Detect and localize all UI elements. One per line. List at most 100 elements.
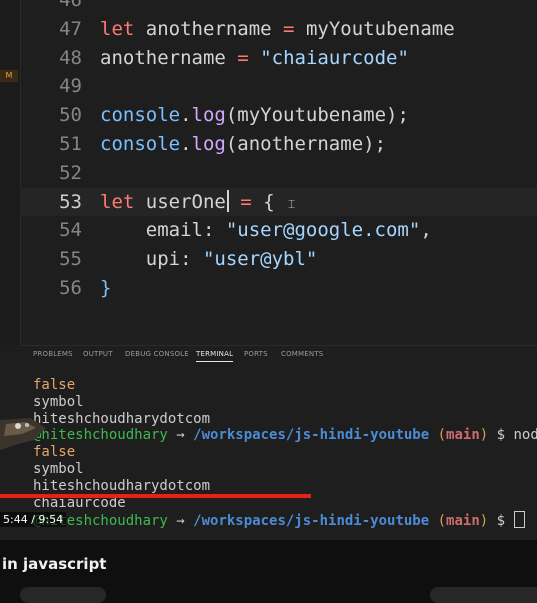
code-token: log	[191, 133, 226, 155]
progress-bar[interactable]	[0, 494, 312, 498]
tab-ports[interactable]: PORTS	[244, 350, 268, 358]
code-token: anothername	[134, 17, 284, 40]
line-number: 51	[59, 133, 82, 155]
line-number: 55	[59, 248, 82, 271]
terminal-text: /workspaces/js-hindi-youtube	[193, 513, 430, 530]
panel-divider	[20, 345, 537, 346]
terminal-text: hiteshchoudharydotcom	[33, 477, 211, 494]
code-text: anothername = "chaiaurcode"	[100, 44, 409, 72]
code-token: =	[283, 17, 295, 40]
video-title[interactable]: in javascript	[2, 555, 106, 573]
tab-problems[interactable]: PROBLEMS	[33, 350, 73, 358]
terminal-line: hiteshchoudharydotcom	[33, 478, 210, 495]
code-line[interactable]: 51 console.log(anothername);	[20, 130, 537, 158]
code-token: =	[240, 190, 252, 213]
code-line[interactable]: 47 let anothername = myYoutubename	[20, 15, 537, 43]
activity-bar: M	[0, 0, 21, 345]
code-text: console.log(myYoutubename);	[100, 101, 409, 129]
terminal-text: )	[479, 427, 489, 444]
code-token: "user@google.com"	[225, 219, 421, 242]
code-token: .	[180, 133, 192, 155]
terminal-text: /workspaces/js-hindi-youtube	[193, 427, 430, 444]
code-text: console.log(anothername);	[100, 130, 386, 158]
code-text: }	[100, 274, 111, 302]
action-chip[interactable]	[430, 587, 537, 603]
tab-debug-console[interactable]: DEBUG CONSOLE	[125, 350, 189, 358]
terminal-text: )	[479, 513, 489, 530]
code-token: (anothername);	[225, 133, 387, 155]
terminal-line: hiteshchoudharydotcom	[33, 411, 210, 428]
code-line[interactable]: 53 let userOne = {	[20, 187, 537, 216]
code-line[interactable]: 56}	[20, 274, 537, 302]
modified-badge: M	[0, 70, 18, 82]
terminal-text: →	[167, 427, 194, 444]
code-line[interactable]: 52	[20, 159, 537, 187]
code-token: {	[251, 190, 275, 213]
terminal-text: (	[437, 513, 447, 530]
code-line[interactable]: 54 email: "user@google.com",	[20, 216, 537, 244]
terminal-line: symbol	[33, 461, 84, 478]
line-number: 46	[59, 0, 82, 11]
code-token: upi:	[100, 248, 203, 271]
presenter-hand-image	[0, 418, 46, 450]
code-token: ,	[420, 219, 432, 242]
terminal-cursor	[513, 511, 525, 529]
line-number: 56	[59, 277, 82, 299]
terminal-text: false	[33, 377, 76, 393]
tab-terminal[interactable]: TERMINAL	[196, 350, 234, 362]
code-line[interactable]: 55 upi: "user@ybl"	[20, 245, 537, 273]
tab-comments[interactable]: COMMENTS	[281, 350, 323, 358]
line-number: 49	[59, 75, 82, 98]
terminal-line: @hiteshchoudhary → /workspaces/js-hindi-…	[33, 511, 525, 530]
terminal-text: $ nod	[488, 427, 537, 444]
terminal[interactable]: false symbol hiteshchoudharydotcom @hiteshc…	[20, 368, 537, 540]
code-token: =	[237, 46, 249, 69]
code-editor[interactable]: M 46 47 let anothername = myYoutubename 48 a…	[0, 0, 537, 345]
tab-output[interactable]: OUTPUT	[83, 350, 113, 358]
code-line[interactable]: 50 console.log(myYoutubename);	[20, 101, 537, 129]
line-number: 50	[59, 104, 82, 127]
code-token: userOne	[134, 190, 226, 213]
line-number: 47	[59, 17, 82, 40]
code-token: anothername	[100, 46, 238, 69]
terminal-text: (	[437, 427, 447, 444]
code-text: email: "user@google.com",	[100, 216, 432, 244]
code-token: console	[100, 104, 181, 127]
code-token: "user@ybl"	[202, 248, 318, 271]
code-text: let userOne = {	[100, 188, 275, 216]
code-line[interactable]: 49	[20, 72, 537, 100]
code-token: console	[100, 133, 181, 155]
code-token: let	[100, 190, 135, 213]
terminal-text: symbol	[33, 393, 84, 410]
terminal-text: symbol	[33, 461, 84, 477]
terminal-text: main	[446, 513, 480, 530]
code-line[interactable]: 46	[20, 0, 537, 14]
line-number: 52	[59, 161, 82, 184]
time-display: 5:44 / 9:54	[0, 512, 67, 527]
terminal-line: false	[33, 377, 75, 394]
terminal-text: hiteshchoudharydotcom	[33, 410, 211, 427]
terminal-text: @hiteshchoudhary	[33, 427, 168, 444]
channel-chip[interactable]	[20, 587, 106, 603]
terminal-text: $	[488, 513, 514, 530]
code-token: "chaiaurcode"	[260, 46, 409, 69]
code-token: email:	[100, 219, 226, 242]
code-token: myYoutubename	[294, 17, 455, 40]
code-token: (myYoutubename);	[225, 104, 409, 127]
video-frame[interactable]: M 46 47 let anothername = myYoutubename 48 a…	[0, 0, 537, 540]
line-number: 53	[59, 190, 82, 213]
code-text: upi: "user@ybl"	[100, 245, 318, 273]
code-token: log	[191, 104, 226, 127]
text-cursor-icon: ⌶	[288, 197, 296, 211]
line-number: 54	[59, 219, 82, 242]
code-line[interactable]: 48 anothername = "chaiaurcode"	[20, 44, 537, 72]
terminal-text: →	[167, 513, 194, 530]
code-token: let	[100, 17, 135, 40]
terminal-line: @hiteshchoudhary → /workspaces/js-hindi-…	[33, 427, 537, 444]
code-token: }	[100, 277, 112, 299]
terminal-line: symbol	[33, 394, 84, 411]
